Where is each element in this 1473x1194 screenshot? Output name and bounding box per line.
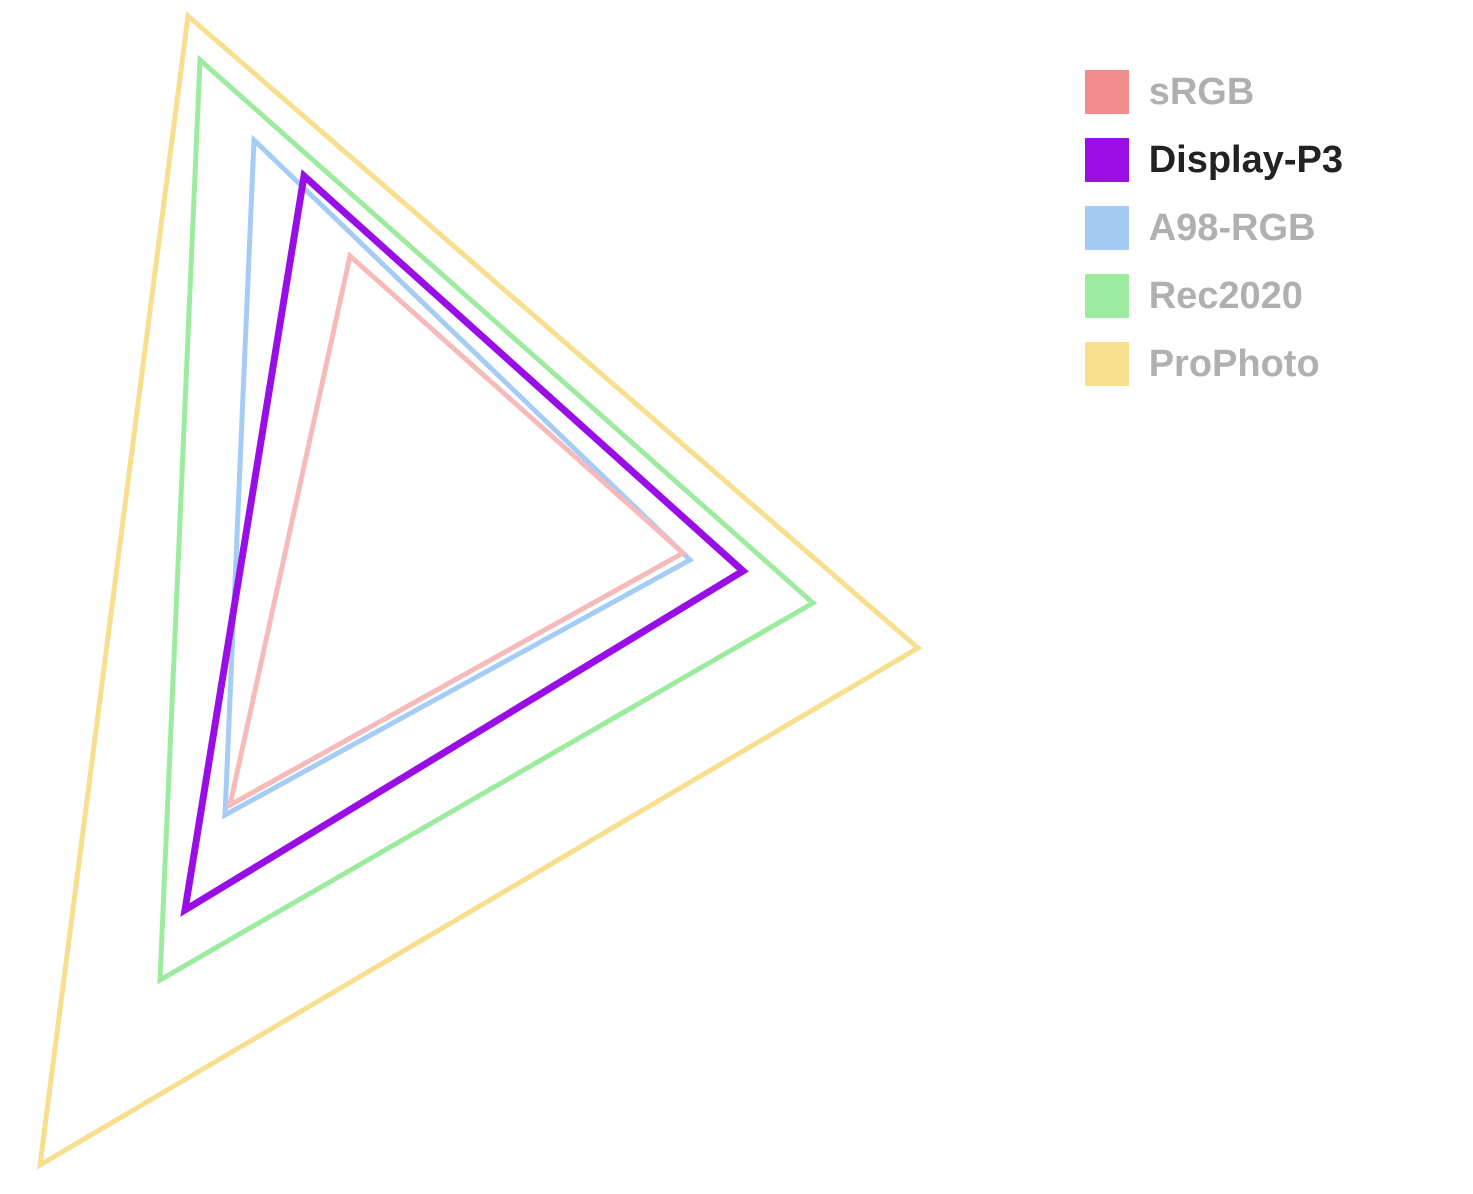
legend-item-prophoto[interactable]: ProPhoto: [1085, 342, 1343, 386]
swatch-a98-rgb: [1085, 206, 1129, 250]
swatch-display-p3: [1085, 138, 1129, 182]
swatch-srgb: [1085, 70, 1129, 114]
legend-label-srgb: sRGB: [1149, 71, 1255, 114]
swatch-prophoto: [1085, 342, 1129, 386]
legend-label-rec2020: Rec2020: [1149, 275, 1303, 318]
legend-item-rec2020[interactable]: Rec2020: [1085, 274, 1343, 318]
legend-label-a98-rgb: A98-RGB: [1149, 207, 1316, 250]
gamut-rec2020: [160, 60, 813, 980]
swatch-rec2020: [1085, 274, 1129, 318]
gamut-prophoto: [40, 16, 918, 1165]
legend-item-a98-rgb[interactable]: A98-RGB: [1085, 206, 1343, 250]
legend-item-srgb[interactable]: sRGB: [1085, 70, 1343, 114]
legend-label-display-p3: Display-P3: [1149, 139, 1343, 182]
legend: sRGB Display-P3 A98-RGB Rec2020 ProPhoto: [1085, 70, 1343, 386]
color-gamut-chart: sRGB Display-P3 A98-RGB Rec2020 ProPhoto: [0, 0, 1473, 1194]
legend-item-display-p3[interactable]: Display-P3: [1085, 138, 1343, 182]
legend-label-prophoto: ProPhoto: [1149, 343, 1320, 386]
